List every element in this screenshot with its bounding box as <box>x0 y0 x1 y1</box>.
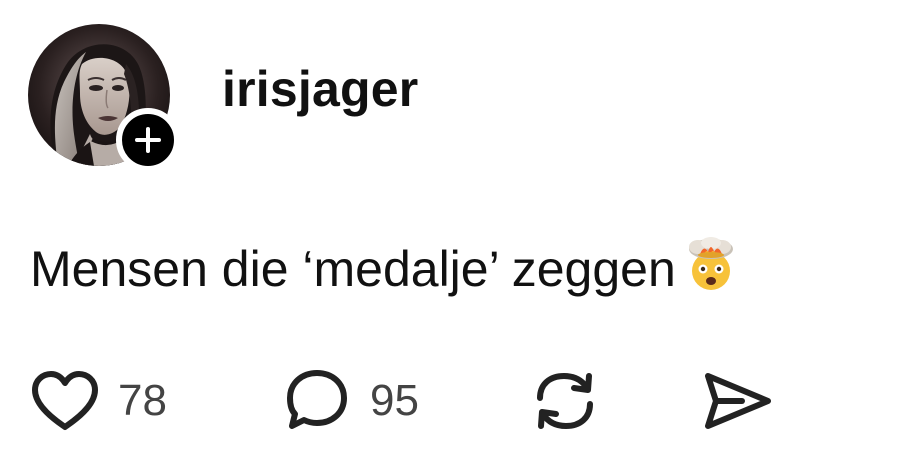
action-bar: 78 95 <box>30 366 890 436</box>
thread-post: irisjager Mensen die ‘medalje’ zeggen 78… <box>0 0 918 462</box>
repost-button[interactable] <box>530 366 600 436</box>
repost-icon <box>537 372 593 430</box>
exploding-head-emoji <box>688 237 733 290</box>
avatar-container <box>28 24 180 172</box>
post-text: Mensen die ‘medalje’ zeggen <box>30 236 740 294</box>
like-button[interactable]: 78 <box>30 366 167 436</box>
like-count: 78 <box>118 376 167 425</box>
reply-button[interactable]: 95 <box>282 366 419 436</box>
share-button[interactable] <box>702 366 774 436</box>
follow-button[interactable] <box>116 108 180 172</box>
reply-count: 95 <box>370 376 419 425</box>
username[interactable]: irisjager <box>222 64 418 114</box>
post-text-content: Mensen die ‘medalje’ zeggen <box>30 241 676 297</box>
speech-bubble-icon <box>287 370 347 429</box>
send-icon <box>705 373 771 429</box>
heart-icon <box>32 371 98 430</box>
plus-icon <box>135 127 161 153</box>
